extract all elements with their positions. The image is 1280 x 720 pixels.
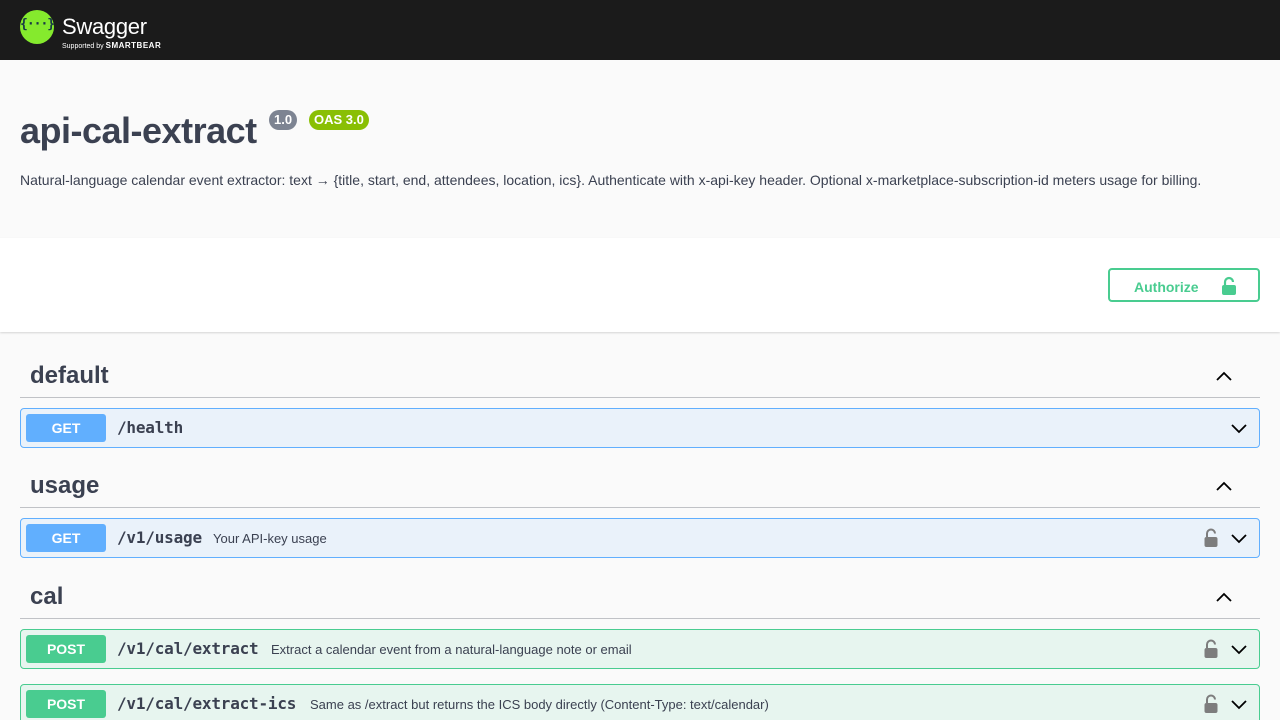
tag-default[interactable]: default [20,354,1260,398]
brand-name: Swagger [62,14,147,39]
unlocked-lock-icon [1222,276,1236,295]
tag-name: cal [30,583,64,610]
api-title: api-cal-extract [20,110,257,151]
api-info: api-cal-extract 1.0 OAS 3.0 Natural-lang… [0,60,1280,238]
unlocked-lock-icon[interactable] [1204,639,1218,659]
operation-path[interactable]: /v1/cal/extract-ics [117,694,296,713]
operation-summary: Same as /extract but returns the ICS bod… [310,697,769,712]
operation-get-usage[interactable]: GET /v1/usage Your API-key usage [20,518,1260,558]
scheme-container: Authorize [0,238,1280,332]
operation-summary: Your API-key usage [213,531,327,546]
chevron-up-icon[interactable] [1214,587,1234,607]
logo-glyph: {···} [20,17,55,32]
authorize-button[interactable]: Authorize [1108,268,1260,302]
method-badge: GET [26,524,106,552]
tag-name: default [30,362,109,389]
unlocked-lock-icon[interactable] [1204,694,1218,714]
operation-post-cal-extract-ics[interactable]: POST /v1/cal/extract-ics Same as /extrac… [20,684,1260,720]
chevron-down-icon[interactable] [1229,418,1249,438]
chevron-down-icon[interactable] [1229,528,1249,548]
method-badge: GET [26,414,106,442]
chevron-up-icon[interactable] [1214,476,1234,496]
tag-usage[interactable]: usage [20,464,1260,508]
api-description: Natural-language calendar event extracto… [20,172,1202,188]
chevron-up-icon[interactable] [1214,366,1234,386]
unlocked-lock-icon[interactable] [1204,528,1218,548]
method-badge: POST [26,635,106,663]
oas-badge: OAS 3.0 [309,110,369,130]
tag-cal[interactable]: cal [20,575,1260,619]
operation-post-cal-extract[interactable]: POST /v1/cal/extract Extract a calendar … [20,629,1260,669]
authorize-label: Authorize [1134,279,1199,295]
operation-summary: Extract a calendar event from a natural-… [271,642,632,657]
operation-path[interactable]: /v1/usage [117,528,202,547]
operation-path[interactable]: /v1/cal/extract [117,639,259,658]
chevron-down-icon[interactable] [1229,694,1249,714]
brand-sub-company: SMARTBEAR [105,41,162,50]
operation-get-health[interactable]: GET /health [20,408,1260,448]
brand-sub-prefix: Supported by [62,43,104,50]
version-badge: 1.0 [269,110,298,130]
tag-name: usage [30,472,100,499]
brand-subtitle: Supported by SMARTBEAR [62,41,161,50]
swagger-logo-icon: {···} [20,10,55,44]
chevron-down-icon[interactable] [1229,639,1249,659]
topbar: {···} Swagger Supported by SMARTBEAR [0,0,1280,60]
method-badge: POST [26,690,106,718]
operation-path[interactable]: /health [117,418,183,437]
